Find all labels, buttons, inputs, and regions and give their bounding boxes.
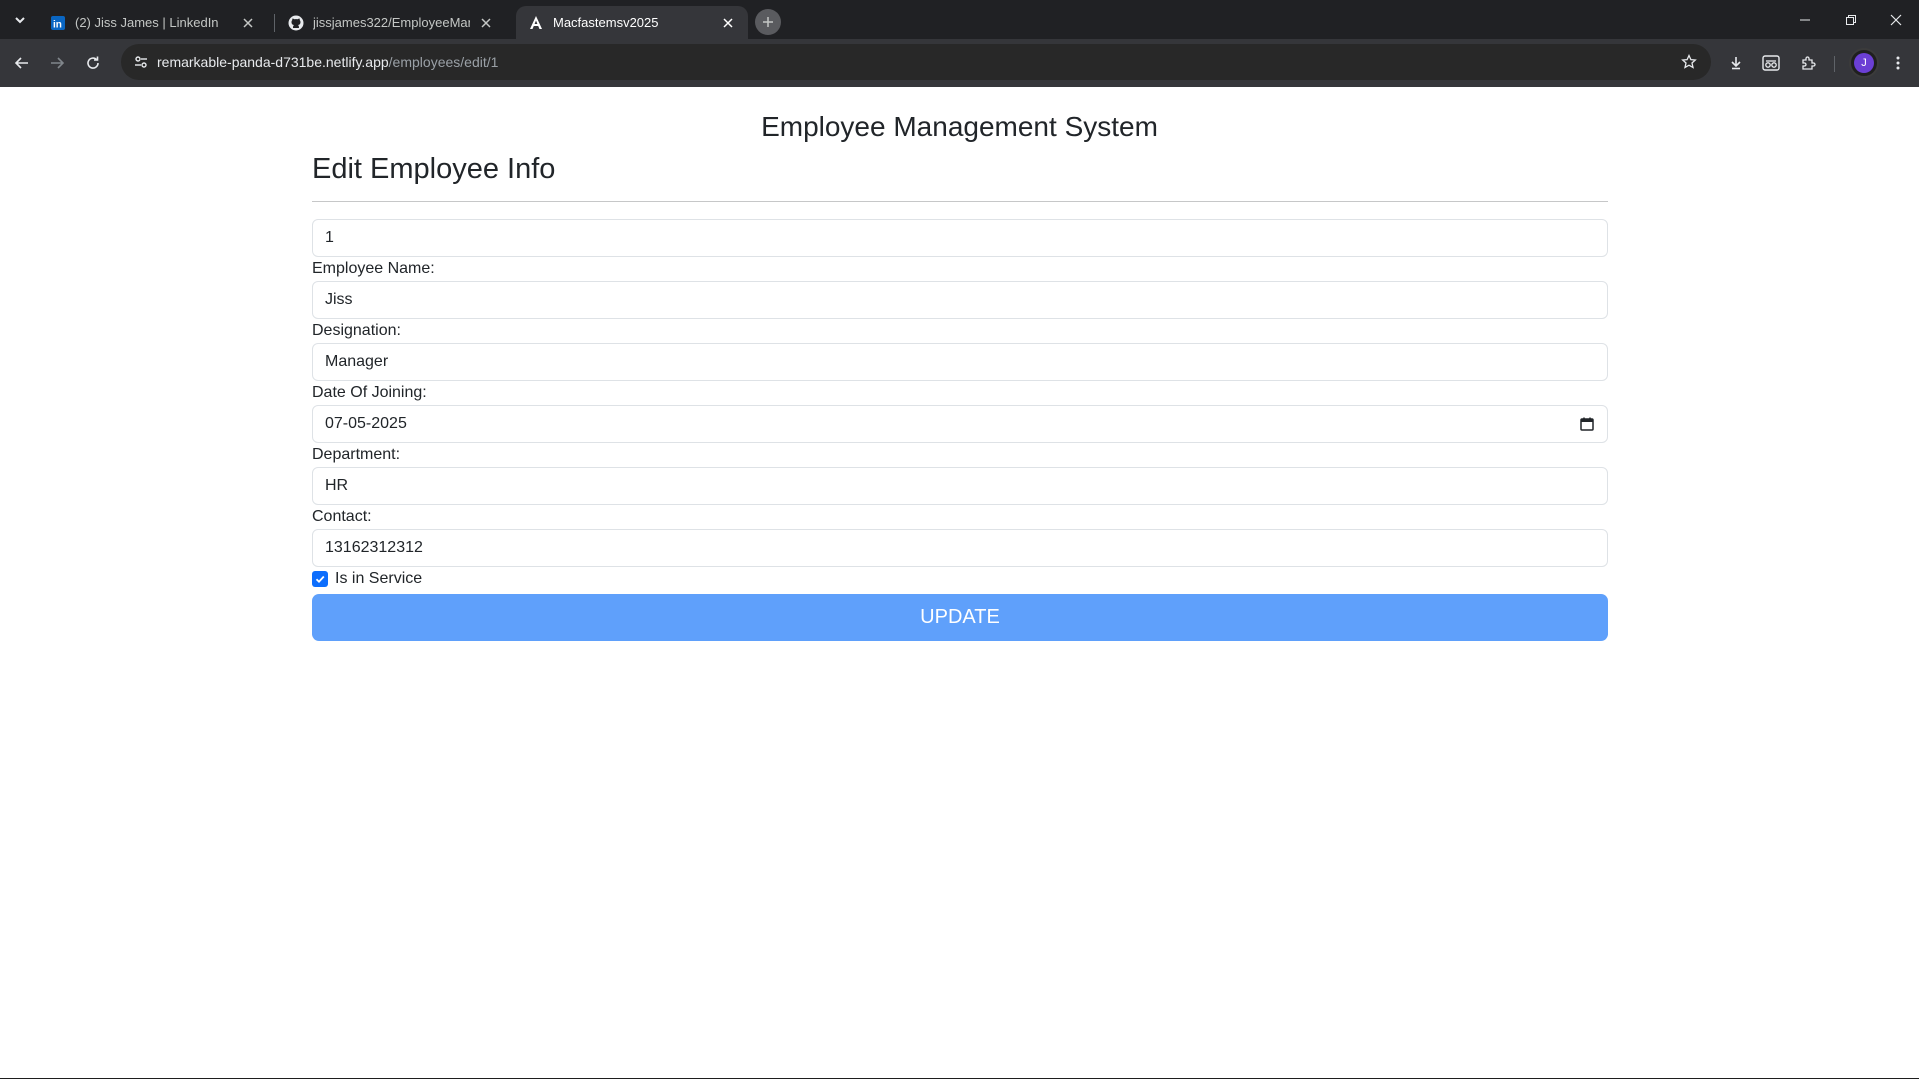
checkmark-icon (315, 575, 325, 583)
in-service-label: Is in Service (335, 570, 423, 587)
url-host: remarkable-panda-d731be.netlify.app (157, 54, 389, 70)
reload-icon (87, 56, 99, 69)
address-bar[interactable]: remarkable-panda-d731be.netlify.app/empl… (121, 44, 1711, 80)
arrow-right-icon (51, 57, 65, 69)
calendar-icon[interactable] (1579, 416, 1595, 432)
contact-label: Contact: (312, 508, 372, 525)
github-icon (288, 15, 304, 31)
download-icon[interactable] (1724, 51, 1748, 75)
reload-button[interactable] (79, 49, 107, 77)
profile-avatar[interactable]: J (1849, 48, 1879, 78)
site-info-icon[interactable] (129, 50, 153, 74)
tab-search-button[interactable] (6, 8, 34, 32)
employee-id-input[interactable]: 1 (312, 219, 1608, 257)
back-button[interactable] (8, 49, 36, 77)
incognito-extension-icon[interactable] (1759, 51, 1783, 75)
tab-github[interactable]: jissjames322/EmployeeManage (276, 6, 506, 39)
tab-macfastemsv2025[interactable]: Macfastemsv2025 (516, 6, 748, 39)
more-menu-icon[interactable] (1886, 51, 1910, 75)
forward-button[interactable] (43, 49, 71, 77)
app-title: Employee Management System (761, 111, 1158, 142)
url-path: /employees/edit/1 (388, 54, 499, 70)
chevron-down-icon (15, 17, 25, 24)
close-icon[interactable] (240, 15, 256, 31)
extensions-puzzle-icon[interactable] (1796, 51, 1820, 75)
avatar-initial: J (1854, 53, 1874, 73)
date-of-joining-label: Date Of Joining: (312, 384, 427, 401)
contact-input[interactable]: 13162312312 (312, 529, 1608, 567)
in-service-row: Is in Service (312, 570, 422, 588)
angular-icon (528, 15, 544, 31)
close-icon[interactable] (720, 15, 736, 31)
new-tab-button[interactable] (755, 9, 781, 35)
close-icon[interactable] (478, 15, 494, 31)
divider (312, 201, 1608, 202)
close-window-button[interactable] (1873, 0, 1919, 39)
tab-title: jissjames322/EmployeeManage (313, 15, 470, 30)
arrow-left-icon (14, 57, 28, 69)
date-of-joining-value: 07-05-2025 (325, 415, 407, 432)
minimize-icon (1800, 19, 1810, 20)
minimize-button[interactable] (1782, 0, 1828, 39)
bookmark-star-icon[interactable] (1677, 50, 1701, 74)
restore-icon (1846, 14, 1856, 25)
tab-title: (2) Jiss James | LinkedIn (75, 15, 219, 30)
close-icon (1890, 14, 1902, 25)
restore-button[interactable] (1828, 0, 1874, 39)
in-service-checkbox[interactable] (312, 571, 328, 587)
department-input[interactable]: HR (312, 467, 1608, 505)
designation-label: Designation: (312, 322, 401, 339)
form-title: Edit Employee Info (312, 153, 556, 185)
designation-input[interactable]: Manager (312, 343, 1608, 381)
page-content: Employee Management System Edit Employee… (0, 87, 1919, 1079)
tab-linkedin[interactable]: in (2) Jiss James | LinkedIn (38, 6, 268, 39)
tab-separator (274, 14, 275, 32)
plus-icon (763, 17, 773, 27)
update-button[interactable]: UPDATE (312, 594, 1608, 641)
toolbar-divider (1834, 56, 1835, 72)
svg-text:in: in (53, 19, 62, 30)
employee-name-input[interactable]: Jiss (312, 281, 1608, 319)
tab-strip: in (2) Jiss James | LinkedIn jissjames32… (0, 0, 1919, 39)
department-label: Department: (312, 446, 401, 463)
browser-toolbar: remarkable-panda-d731be.netlify.app/empl… (0, 39, 1919, 87)
employee-name-label: Employee Name: (312, 260, 435, 277)
url-text[interactable]: remarkable-panda-d731be.netlify.app/empl… (157, 54, 498, 70)
tab-title: Macfastemsv2025 (553, 15, 659, 30)
linkedin-icon: in (50, 15, 66, 31)
date-of-joining-input[interactable]: 07-05-2025 (312, 405, 1608, 443)
